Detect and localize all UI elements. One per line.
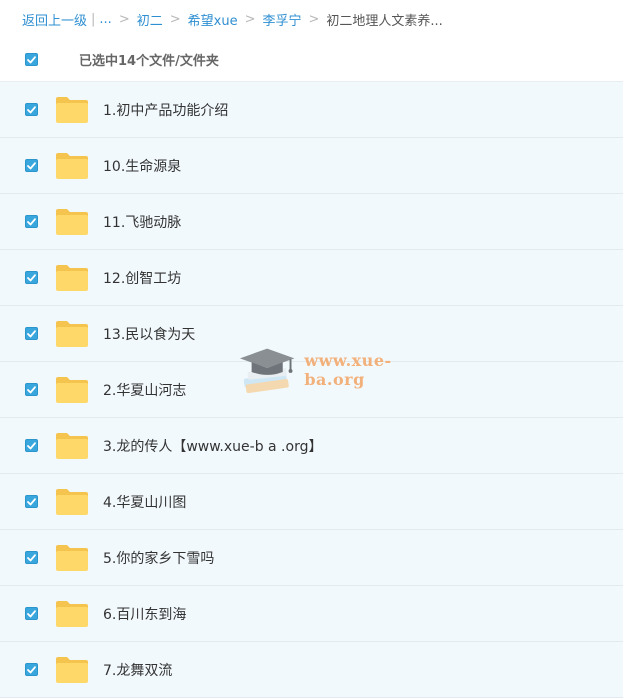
row-checkbox[interactable] <box>25 159 38 172</box>
file-row[interactable]: 7.龙舞双流 <box>0 642 623 698</box>
checkmark-icon <box>27 441 36 449</box>
back-link[interactable]: 返回上一级 <box>22 10 87 29</box>
file-list: 1.初中产品功能介绍 10.生命源泉 11.飞驰动脉 12.创智工坊 13.民以… <box>0 82 623 698</box>
row-checkbox[interactable] <box>25 271 38 284</box>
checkmark-icon <box>27 665 36 673</box>
checkmark-icon <box>27 497 36 505</box>
breadcrumb-item-xiwang[interactable]: 希望xue <box>188 10 238 29</box>
checkmark-icon <box>27 105 36 113</box>
folder-icon <box>55 488 89 516</box>
row-checkbox[interactable] <box>25 383 38 396</box>
file-row[interactable]: 13.民以食为天 <box>0 306 623 362</box>
select-all-checkbox[interactable] <box>25 53 38 66</box>
file-row[interactable]: 4.华夏山川图 <box>0 474 623 530</box>
file-name[interactable]: 13.民以食为天 <box>103 324 195 344</box>
row-checkbox[interactable] <box>25 607 38 620</box>
row-checkbox[interactable] <box>25 551 38 564</box>
breadcrumb-ellipsis[interactable]: ... <box>99 12 111 27</box>
folder-icon <box>55 264 89 292</box>
file-row[interactable]: 5.你的家乡下雪吗 <box>0 530 623 586</box>
breadcrumb-item-teacher[interactable]: 李孚宁 <box>262 10 301 29</box>
row-checkbox[interactable] <box>25 215 38 228</box>
checkmark-icon <box>27 609 36 617</box>
breadcrumb: 返回上一级 | ... > 初二 > 希望xue > 李孚宁 > 初二地理人文素… <box>0 0 623 38</box>
file-name[interactable]: 11.飞驰动脉 <box>103 212 181 232</box>
breadcrumb-divider: | <box>91 11 96 27</box>
file-row[interactable]: 3.龙的传人【www.xue-b a .org】 <box>0 418 623 474</box>
folder-icon <box>55 320 89 348</box>
file-row[interactable]: 11.飞驰动脉 <box>0 194 623 250</box>
checkmark-icon <box>27 217 36 225</box>
file-name[interactable]: 4.华夏山川图 <box>103 492 186 512</box>
folder-icon <box>55 96 89 124</box>
file-row[interactable]: 12.创智工坊 <box>0 250 623 306</box>
checkmark-icon <box>27 385 36 393</box>
checkmark-icon <box>27 273 36 281</box>
checkmark-icon <box>27 553 36 561</box>
folder-icon <box>55 208 89 236</box>
checkmark-icon <box>27 161 36 169</box>
folder-icon <box>55 432 89 460</box>
row-checkbox[interactable] <box>25 439 38 452</box>
breadcrumb-item-grade[interactable]: 初二 <box>137 10 163 29</box>
chevron-right-icon: > <box>118 11 130 27</box>
breadcrumb-current: 初二地理人文素养... <box>326 13 443 29</box>
selection-count: 已选中14个文件/文件夹 <box>79 54 219 69</box>
selection-header: 已选中14个文件/文件夹 <box>0 38 623 82</box>
folder-icon <box>55 376 89 404</box>
file-name[interactable]: 1.初中产品功能介绍 <box>103 100 228 120</box>
folder-icon <box>55 600 89 628</box>
row-checkbox[interactable] <box>25 103 38 116</box>
file-row[interactable]: 1.初中产品功能介绍 <box>0 82 623 138</box>
file-row[interactable]: 10.生命源泉 <box>0 138 623 194</box>
folder-icon <box>55 656 89 684</box>
file-name[interactable]: 3.龙的传人【www.xue-b a .org】 <box>103 436 322 456</box>
chevron-right-icon: > <box>169 11 181 27</box>
row-checkbox[interactable] <box>25 663 38 676</box>
checkmark-icon <box>27 55 36 63</box>
folder-icon <box>55 152 89 180</box>
file-name[interactable]: 6.百川东到海 <box>103 604 186 624</box>
file-row[interactable]: 6.百川东到海 <box>0 586 623 642</box>
file-name[interactable]: 2.华夏山河志 <box>103 380 186 400</box>
file-name[interactable]: 10.生命源泉 <box>103 156 181 176</box>
checkmark-icon <box>27 329 36 337</box>
file-name[interactable]: 5.你的家乡下雪吗 <box>103 548 214 568</box>
file-name[interactable]: 12.创智工坊 <box>103 268 181 288</box>
file-name[interactable]: 7.龙舞双流 <box>103 660 172 680</box>
file-row[interactable]: 2.华夏山河志 <box>0 362 623 418</box>
chevron-right-icon: > <box>244 11 256 27</box>
folder-icon <box>55 544 89 572</box>
row-checkbox[interactable] <box>25 327 38 340</box>
chevron-right-icon: > <box>308 11 320 27</box>
row-checkbox[interactable] <box>25 495 38 508</box>
